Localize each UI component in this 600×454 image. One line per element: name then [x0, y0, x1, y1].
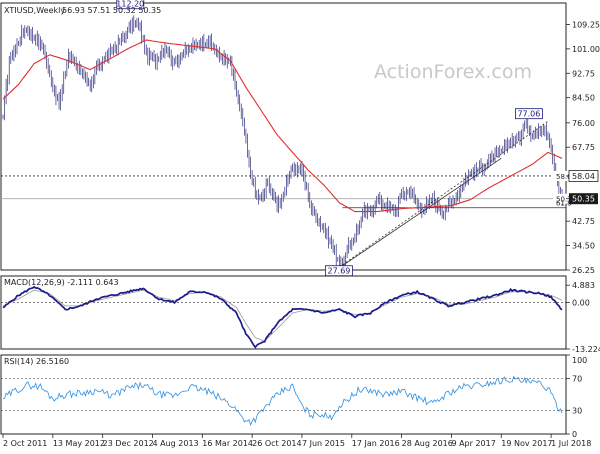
macd-panel: 4.883 0.00 -13.224 MACD(12,26,9) -2.111 0.… — [0, 275, 600, 354]
price-y-tick-6: 58.04 — [572, 172, 595, 181]
rsi-y-tick-2: 30 — [572, 406, 582, 415]
x-tick-9: 9 Apr 2017 — [451, 439, 495, 448]
x-tick-0: 2 Oct 2011 — [3, 439, 47, 448]
price-y-tick-9: 34.50 — [572, 242, 595, 251]
x-tick-10: 19 Nov 2017 — [501, 439, 552, 448]
rsi-y-tick-3: 0 — [572, 430, 577, 439]
macd-y-tick-2: -13.224 — [572, 345, 600, 354]
price-y-tick-10: 26.25 — [572, 266, 595, 275]
price-y-tick-1: 101.00 — [572, 45, 600, 54]
macd-y-tick-1: 0.00 — [572, 298, 590, 307]
price-y-tick-3: 84.50 — [572, 94, 595, 103]
x-tick-4: 16 Mar 2014 — [202, 439, 253, 448]
price-ohlc-header: 56.93 57.51 50.32 50.35 — [62, 6, 161, 15]
price-y-tick-8: 42.75 — [572, 217, 595, 226]
price-y-tick-5: 67.75 — [572, 143, 595, 152]
macd-title: MACD(12,26,9) -2.111 0.643 — [4, 278, 119, 287]
macd-y-tick-0: 4.883 — [572, 281, 595, 290]
watermark: ActionForex.com — [374, 61, 532, 83]
x-tick-7: 17 Jan 2016 — [352, 439, 400, 448]
label-77-06: 77.06 — [517, 110, 540, 119]
x-tick-8: 28 Aug 2016 — [402, 439, 453, 448]
label-27-69: 27.69 — [327, 267, 350, 276]
price-plot-frame — [0, 2, 567, 271]
rsi-panel: 100 70 30 0 RSI(14) 26.5160 — [0, 354, 587, 439]
price-y-tick-0: 109.25 — [572, 20, 600, 29]
x-tick-6: 7 Jun 2015 — [302, 439, 345, 448]
price-title: XTIUSD,Weekly — [4, 6, 65, 15]
x-axis: 2 Oct 2011 13 May 201223 Dec 20124 Aug 20… — [2, 434, 591, 448]
rsi-title: RSI(14) 26.5160 — [4, 357, 69, 366]
chart-root: 112.2027.6977.0658.0450.3561.8 109.25101… — [0, 0, 600, 448]
x-tick-11: 1 Jul 2018 — [551, 439, 591, 448]
x-tick-3: 4 Aug 2013 — [152, 439, 198, 448]
rsi-y-tick-0: 100 — [572, 356, 587, 365]
x-tick-2: 23 Dec 2012 — [103, 439, 154, 448]
price-y-tick-7: 50.35 — [572, 195, 595, 204]
price-y-tick-2: 92.75 — [572, 69, 595, 78]
price-y-tick-4: 76.00 — [572, 119, 595, 128]
x-tick-1: 13 May 2012 — [53, 439, 105, 448]
price-panel: 112.2027.6977.0658.0450.3561.8 109.25101… — [0, 0, 600, 277]
x-tick-5: 26 Oct 2014 — [252, 439, 301, 448]
rsi-y-tick-1: 70 — [572, 375, 582, 384]
